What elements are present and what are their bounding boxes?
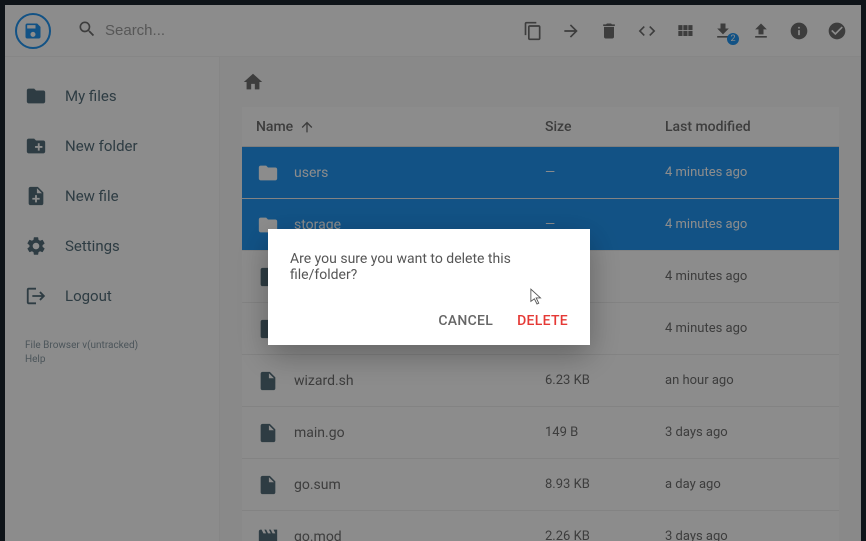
delete-confirm-dialog: Are you sure you want to delete this fil… (268, 229, 590, 345)
dialog-message: Are you sure you want to delete this fil… (290, 251, 568, 283)
dialog-delete-button[interactable]: Delete (517, 313, 568, 329)
dialog-cancel-button[interactable]: Cancel (438, 313, 493, 329)
